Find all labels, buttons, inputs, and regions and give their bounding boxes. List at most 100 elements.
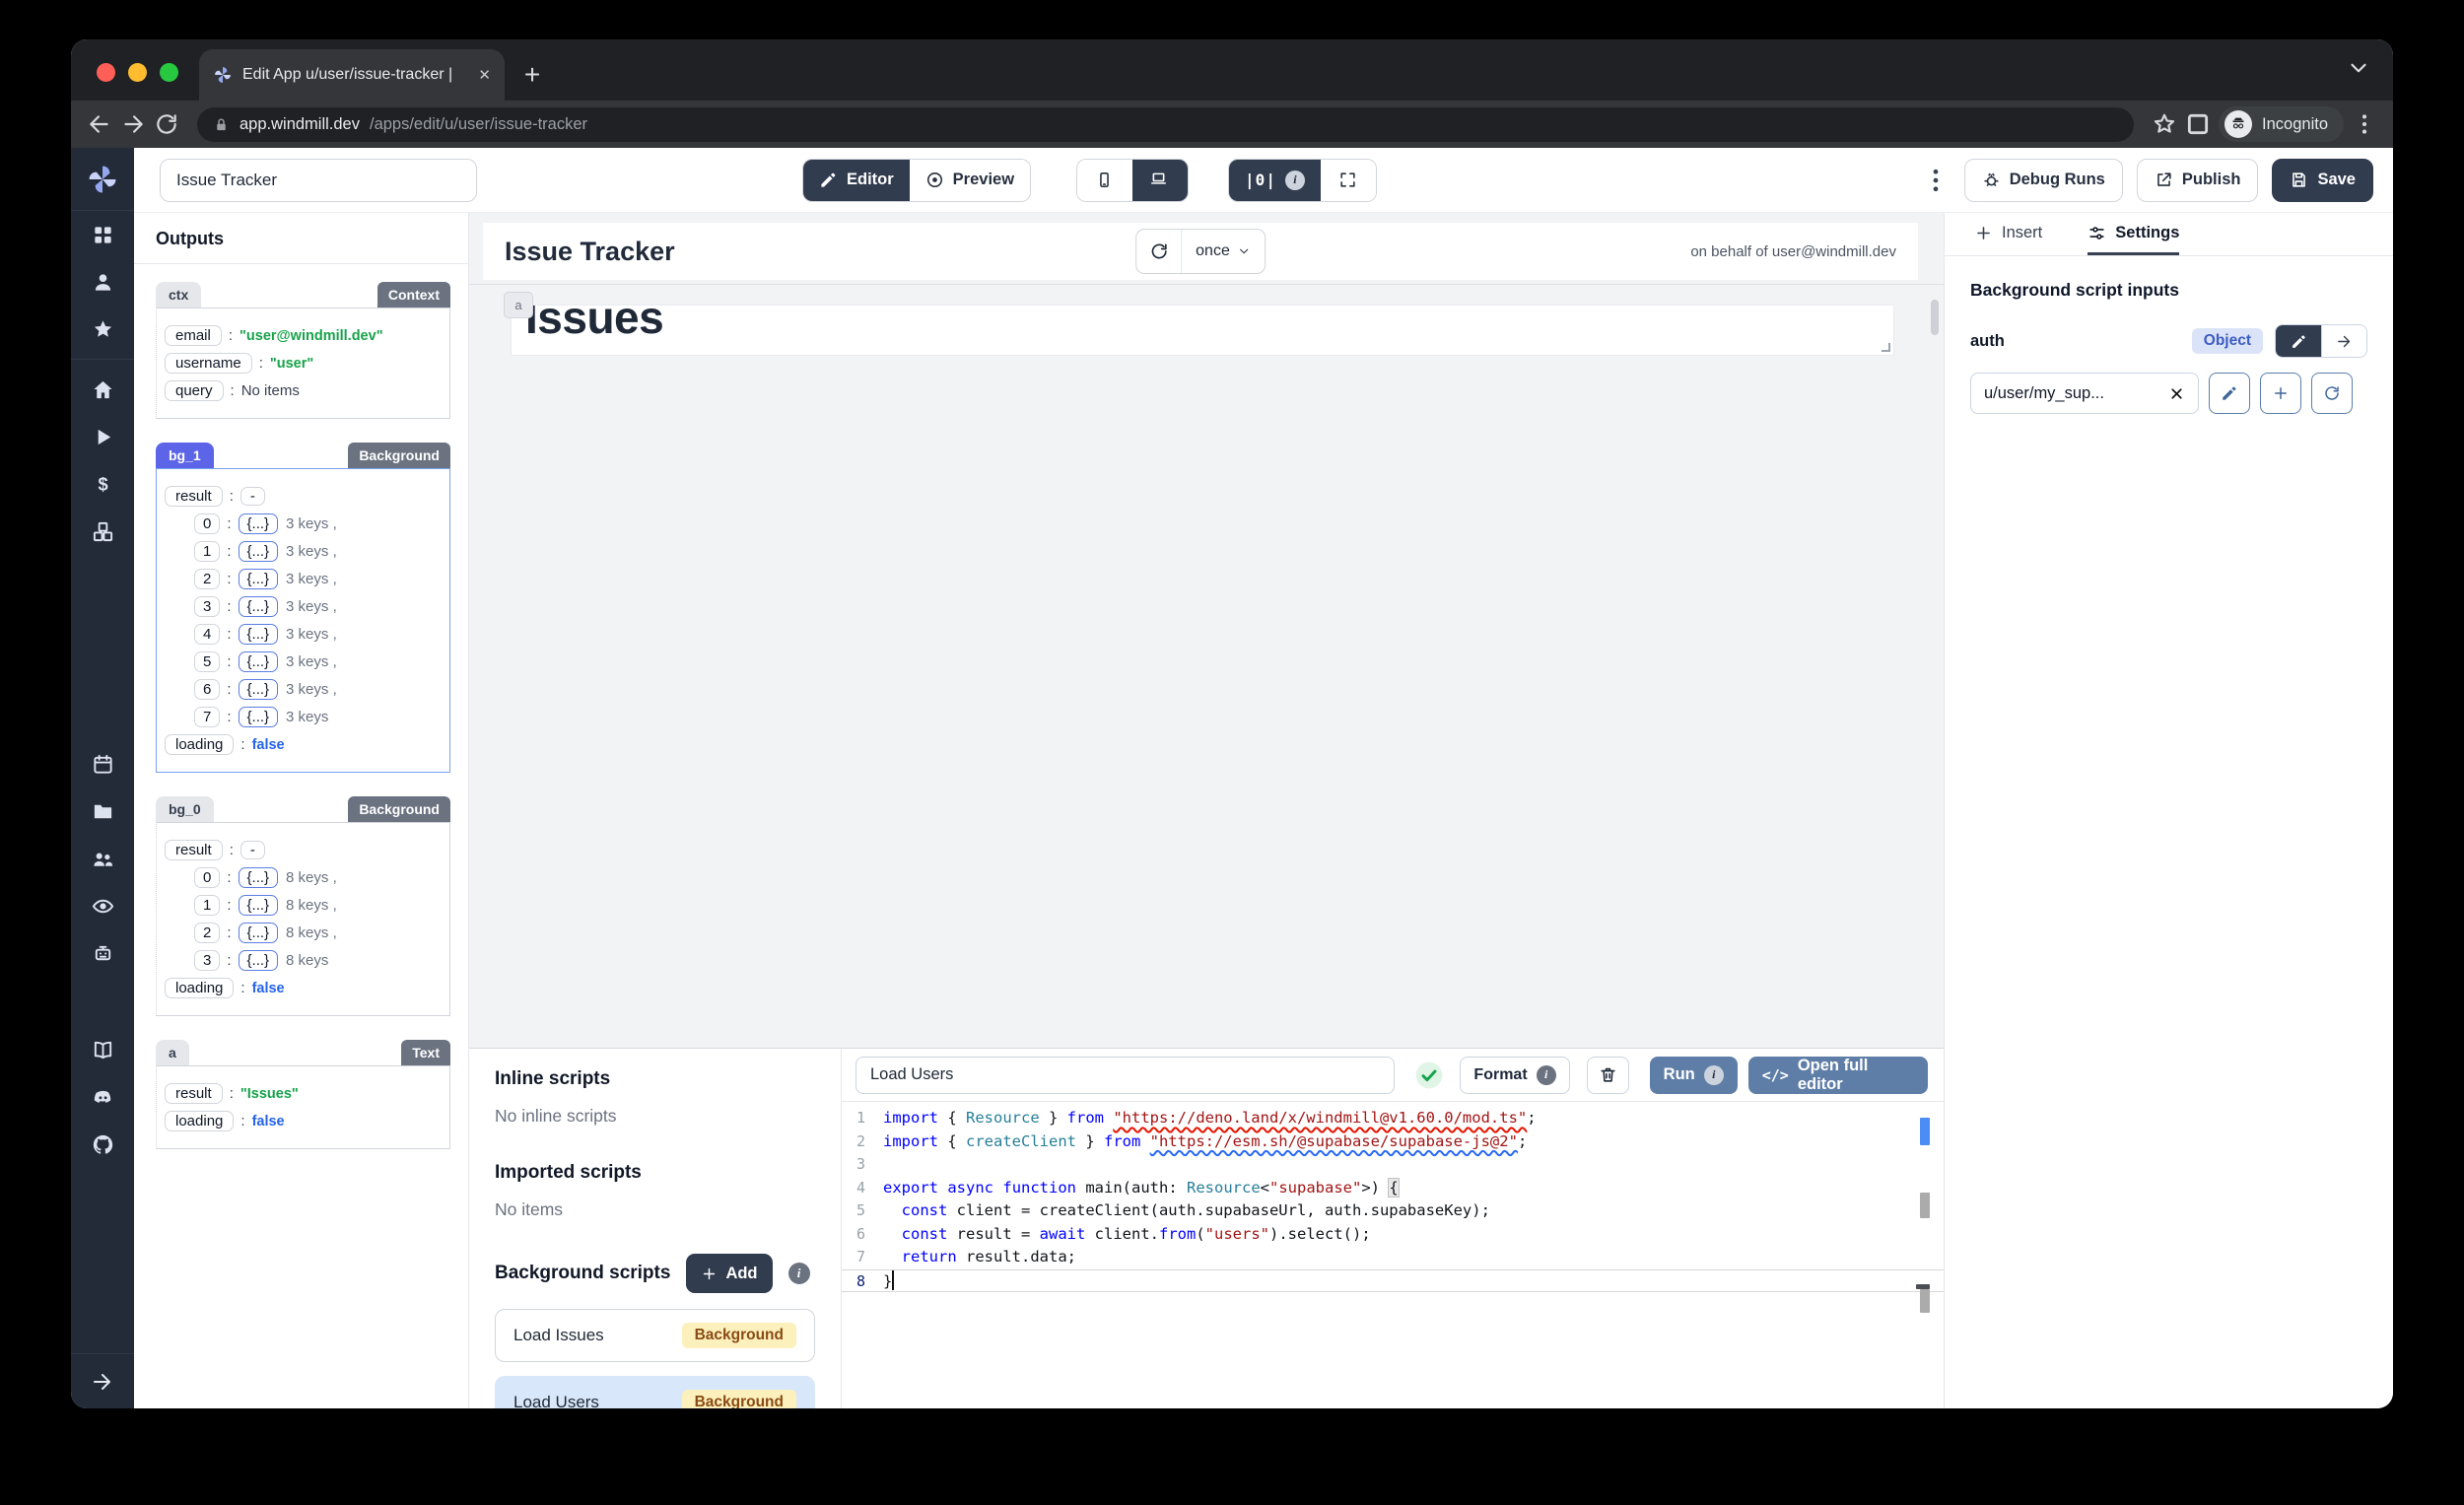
open-full-editor-button[interactable]: </>Open full editor <box>1748 1057 1928 1094</box>
output-id-tab[interactable]: ctx <box>156 282 201 308</box>
sidebar-apps-icon[interactable] <box>71 211 134 258</box>
schema-explorer-button[interactable]: |0|i <box>1229 160 1321 201</box>
sidebar-calendar-icon[interactable] <box>71 740 134 787</box>
output-key[interactable]: result <box>165 1083 223 1104</box>
sidebar-play-icon[interactable] <box>71 413 134 460</box>
collapse-button[interactable]: - <box>240 841 265 859</box>
refresh-mode-dropdown[interactable]: once <box>1182 230 1265 273</box>
clear-resource-icon[interactable] <box>2168 385 2185 402</box>
background-script-card[interactable]: Load Issues Background <box>495 1309 815 1362</box>
run-button[interactable]: Runi <box>1650 1057 1738 1094</box>
editor-tab[interactable]: Editor <box>803 160 910 201</box>
array-index[interactable]: 4 <box>194 624 220 645</box>
canvas-scrollbar[interactable] <box>1931 300 1939 335</box>
output-key[interactable]: email <box>165 325 222 346</box>
bookmark-star-icon[interactable] <box>2152 111 2177 137</box>
output-key[interactable]: loading <box>165 1111 234 1131</box>
output-key[interactable]: query <box>165 380 224 401</box>
code-line[interactable]: 3 <box>842 1153 1944 1177</box>
add-resource-button[interactable] <box>2260 373 2301 414</box>
code-line[interactable]: 7 return result.data; <box>842 1246 1944 1269</box>
add-background-script-button[interactable]: Add <box>686 1254 772 1293</box>
array-index[interactable]: 0 <box>194 513 220 534</box>
output-id-tab[interactable]: bg_0 <box>156 796 214 822</box>
code-editor[interactable]: 1import { Resource } from "https://deno.… <box>842 1102 1944 1408</box>
reload-icon[interactable] <box>154 111 179 137</box>
background-script-card[interactable]: Load Users Background <box>495 1376 815 1408</box>
resource-picker[interactable]: u/user/my_sup... <box>1970 373 2199 414</box>
sidebar-robot-icon[interactable] <box>71 929 134 977</box>
sidebar-dollar-icon[interactable]: $ <box>71 460 134 508</box>
publish-button[interactable]: Publish <box>2137 159 2259 202</box>
connect-input-button[interactable] <box>2321 325 2366 357</box>
object-expander[interactable]: {...} <box>239 950 279 971</box>
static-input-button[interactable] <box>2276 325 2321 357</box>
array-index[interactable]: 0 <box>194 867 220 888</box>
array-index[interactable]: 2 <box>194 569 220 589</box>
refresh-resource-button[interactable] <box>2311 373 2353 414</box>
array-index[interactable]: 3 <box>194 596 220 617</box>
tab-search-chevron-icon[interactable] <box>2346 55 2371 81</box>
sidebar-users-icon[interactable] <box>71 835 134 882</box>
object-expander[interactable]: {...} <box>239 624 279 645</box>
output-key[interactable]: result <box>165 486 223 507</box>
output-id-tab[interactable]: a <box>156 1040 189 1065</box>
text-component[interactable]: a Issues <box>511 305 1894 356</box>
code-line[interactable]: 1import { Resource } from "https://deno.… <box>842 1107 1944 1130</box>
output-id-tab[interactable]: bg_1 <box>156 443 214 468</box>
format-button[interactable]: Formati <box>1460 1057 1569 1094</box>
object-expander[interactable]: {...} <box>239 923 279 943</box>
desktop-view-button[interactable] <box>1132 160 1188 201</box>
object-expander[interactable]: {...} <box>239 707 279 727</box>
debug-runs-button[interactable]: Debug Runs <box>1964 159 2123 202</box>
sidebar-eye-icon[interactable] <box>71 882 134 929</box>
sidebar-user-icon[interactable] <box>71 258 134 306</box>
browser-menu-icon[interactable] <box>2352 111 2377 137</box>
array-index[interactable]: 7 <box>194 707 220 727</box>
object-expander[interactable]: {...} <box>239 679 279 700</box>
more-menu-icon[interactable] <box>1921 166 1951 195</box>
preview-tab[interactable]: Preview <box>910 160 1030 201</box>
code-line[interactable]: 4export async function main(auth: Resour… <box>842 1177 1944 1200</box>
object-expander[interactable]: {...} <box>239 895 279 916</box>
tab-close-icon[interactable]: ✕ <box>478 66 491 84</box>
object-expander[interactable]: {...} <box>239 541 279 562</box>
resize-handle[interactable] <box>1882 343 1890 352</box>
browser-tab[interactable]: Edit App u/user/issue-tracker | ✕ <box>199 49 505 101</box>
insert-tab[interactable]: Insert <box>1974 213 2042 255</box>
app-name-input[interactable] <box>160 159 477 202</box>
back-icon[interactable] <box>87 111 112 137</box>
sidebar-github-icon[interactable] <box>71 1121 134 1168</box>
windmill-logo[interactable] <box>71 148 134 211</box>
array-index[interactable]: 1 <box>194 541 220 562</box>
array-index[interactable]: 2 <box>194 923 220 943</box>
mobile-view-button[interactable] <box>1077 160 1132 201</box>
code-line[interactable]: 5 const client = createClient(auth.supab… <box>842 1199 1944 1223</box>
array-index[interactable]: 3 <box>194 950 220 971</box>
sidebar-book-icon[interactable] <box>71 1026 134 1073</box>
script-name-input[interactable] <box>856 1057 1395 1094</box>
collapse-button[interactable]: - <box>240 487 265 506</box>
zoom-window-button[interactable] <box>160 63 178 82</box>
sidebar-cubes-icon[interactable] <box>71 508 134 555</box>
url-bar[interactable]: app.windmill.dev/apps/edit/u/user/issue-… <box>197 107 2134 142</box>
fullscreen-button[interactable] <box>1321 160 1376 201</box>
output-key[interactable]: username <box>165 353 252 374</box>
sidebar-folder-icon[interactable] <box>71 787 134 835</box>
output-key[interactable]: result <box>165 840 223 860</box>
code-line[interactable]: 2import { createClient } from "https://e… <box>842 1130 1944 1154</box>
expand-sidebar-button[interactable] <box>71 1353 134 1408</box>
side-panel-icon[interactable] <box>2185 111 2211 137</box>
save-button[interactable]: Save <box>2272 159 2373 202</box>
refresh-app-button[interactable] <box>1136 230 1182 273</box>
sidebar-star-icon[interactable] <box>71 306 134 353</box>
array-index[interactable]: 1 <box>194 895 220 916</box>
object-expander[interactable]: {...} <box>239 867 279 888</box>
edit-resource-button[interactable] <box>2209 373 2250 414</box>
array-index[interactable]: 5 <box>194 651 220 672</box>
object-expander[interactable]: {...} <box>239 513 279 534</box>
object-expander[interactable]: {...} <box>239 569 279 589</box>
object-expander[interactable]: {...} <box>239 596 279 617</box>
code-line[interactable]: 8} <box>842 1269 1944 1293</box>
forward-icon[interactable] <box>120 111 146 137</box>
